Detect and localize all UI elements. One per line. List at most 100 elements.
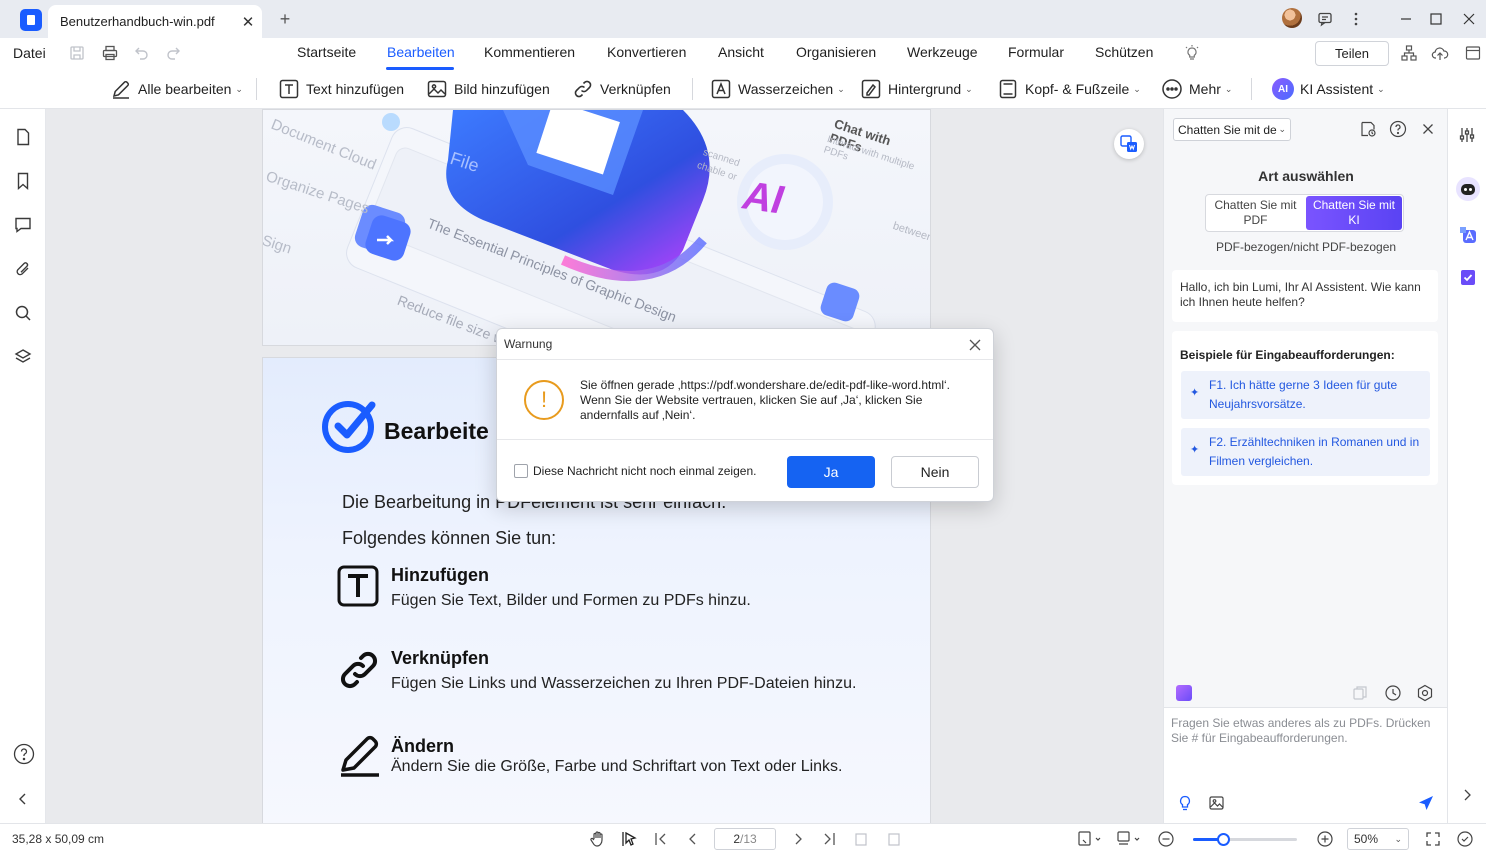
save-icon[interactable] xyxy=(68,44,88,64)
layers-icon[interactable] xyxy=(13,347,33,367)
ai-robot-icon[interactable] xyxy=(1456,177,1480,201)
tab-startseite[interactable]: Startseite xyxy=(297,44,356,60)
more-button[interactable]: Mehr ⌄ xyxy=(1161,76,1232,102)
search-icon[interactable] xyxy=(13,303,33,323)
feedback-icon[interactable] xyxy=(1312,6,1338,32)
tab-konvertieren[interactable]: Konvertieren xyxy=(607,44,686,60)
zoom-slider-handle[interactable] xyxy=(1217,833,1231,846)
insert-image-icon[interactable] xyxy=(1208,794,1226,812)
send-icon[interactable] xyxy=(1417,794,1435,812)
feature-title: Ändern xyxy=(391,736,454,756)
tab-ansicht[interactable]: Ansicht xyxy=(718,44,764,60)
more-vertical-icon[interactable] xyxy=(1343,6,1369,32)
tab-schuetzen[interactable]: Schützen xyxy=(1095,44,1153,60)
page-layout-dropdown-icon[interactable] xyxy=(1116,830,1142,848)
tab-formular[interactable]: Formular xyxy=(1008,44,1064,60)
rotate-right-icon[interactable] xyxy=(885,830,903,848)
copy-icon[interactable] xyxy=(1352,685,1368,701)
edit-all-button[interactable]: Alle bearbeiten ⌄ xyxy=(110,76,243,102)
comment-icon[interactable] xyxy=(13,215,33,235)
dont-show-again-checkbox[interactable] xyxy=(514,464,528,478)
no-button[interactable]: Nein xyxy=(891,456,979,488)
print-icon[interactable] xyxy=(101,44,121,64)
add-text-button[interactable]: Text hinzufügen xyxy=(278,76,404,102)
close-dialog-icon[interactable] xyxy=(965,335,985,355)
last-page-icon[interactable] xyxy=(820,830,838,848)
undo-icon[interactable] xyxy=(133,44,153,64)
zoom-in-icon[interactable] xyxy=(1316,830,1334,848)
hand-tool-icon[interactable] xyxy=(589,830,607,848)
minimize-icon[interactable] xyxy=(1393,6,1419,32)
properties-sliders-icon[interactable] xyxy=(1458,126,1476,144)
pdf-page-1: Document Cloud Organize Pages Sign The E… xyxy=(262,109,931,346)
prompt-example-text: F2. Erzähltechniken in Romanen und in Fi… xyxy=(1209,435,1420,468)
watermark-button[interactable]: Wasserzeichen ⌄ xyxy=(710,76,845,102)
tab-bearbeiten[interactable]: Bearbeiten xyxy=(387,44,455,60)
tab-kommentieren[interactable]: Kommentieren xyxy=(484,44,575,60)
zoom-level-select[interactable]: 50% ⌄ xyxy=(1347,828,1409,850)
chevron-down-icon: ⌄ xyxy=(1133,83,1141,94)
document-tab[interactable]: Benutzerhandbuch-win.pdf ✕ xyxy=(48,5,262,38)
dont-show-again-label[interactable]: Diese Nachricht nicht noch einmal zeigen… xyxy=(533,464,756,478)
prompt-library-icon[interactable] xyxy=(1176,685,1192,701)
previous-page-icon[interactable] xyxy=(684,830,702,848)
idea-bulb-icon[interactable] xyxy=(1176,794,1194,812)
zoom-level-value: 50% xyxy=(1354,832,1379,846)
collapse-right-icon[interactable] xyxy=(1459,787,1475,803)
chat-history-icon[interactable] xyxy=(1359,120,1379,140)
background-button[interactable]: Hintergrund ⌄ xyxy=(860,76,973,102)
cloud-upload-icon[interactable] xyxy=(1431,44,1451,64)
chat-with-pdf-option[interactable]: Chatten Sie mit PDF xyxy=(1207,196,1304,230)
rotate-left-icon[interactable] xyxy=(852,830,870,848)
zoom-out-icon[interactable] xyxy=(1157,830,1175,848)
chat-mode-select[interactable]: Chatten Sie mit de ⌄ xyxy=(1173,118,1291,141)
tab-werkzeuge[interactable]: Werkzeuge xyxy=(907,44,978,60)
settings-icon[interactable] xyxy=(1416,684,1434,702)
attachment-icon[interactable] xyxy=(13,259,33,279)
ai-assistant-button[interactable]: AI KI Assistent ⌄ xyxy=(1272,76,1385,102)
fullscreen-icon[interactable] xyxy=(1424,830,1442,848)
chat-with-ai-option[interactable]: Chatten Sie mit KI xyxy=(1306,196,1402,230)
select-tool-icon[interactable] xyxy=(620,830,638,848)
link-button[interactable]: Verknüpfen xyxy=(572,76,671,102)
page-number-input[interactable]: 2/13 xyxy=(714,828,776,850)
network-icon[interactable] xyxy=(1400,44,1420,64)
chat-input-area[interactable]: Fragen Sie etwas anderes als zu PDFs. Dr… xyxy=(1164,707,1448,823)
help-icon[interactable] xyxy=(13,743,35,765)
text-box-icon xyxy=(279,79,299,99)
translate-button[interactable] xyxy=(1114,129,1144,159)
prompt-example[interactable]: ✦ F1. Ich hätte gerne 3 Ideen für gute N… xyxy=(1181,371,1430,419)
next-page-icon[interactable] xyxy=(789,830,807,848)
translate-ai-icon[interactable] xyxy=(1458,225,1478,245)
user-avatar[interactable] xyxy=(1282,8,1302,28)
close-window-icon[interactable] xyxy=(1456,6,1482,32)
new-tab-button[interactable]: + xyxy=(274,9,296,31)
add-image-button[interactable]: Bild hinzufügen xyxy=(426,76,550,102)
redo-icon[interactable] xyxy=(164,44,184,64)
share-button[interactable]: Teilen xyxy=(1315,41,1389,66)
reading-mode-icon[interactable] xyxy=(1456,830,1474,848)
file-menu[interactable]: Datei xyxy=(13,45,46,61)
first-page-icon[interactable] xyxy=(652,830,670,848)
zoom-slider[interactable] xyxy=(1193,833,1297,846)
chat-input-placeholder: Fragen Sie etwas anderes als zu PDFs. Dr… xyxy=(1171,716,1431,745)
maximize-icon[interactable] xyxy=(1423,6,1449,32)
tab-organisieren[interactable]: Organisieren xyxy=(796,44,876,60)
chat-mode-value: Chatten Sie mit de xyxy=(1178,122,1277,137)
app-logo xyxy=(20,9,42,31)
yes-button[interactable]: Ja xyxy=(787,456,875,488)
close-tab-icon[interactable]: ✕ xyxy=(234,8,262,36)
task-check-icon[interactable] xyxy=(1458,267,1478,287)
lightbulb-icon[interactable] xyxy=(1183,44,1203,64)
close-panel-icon[interactable] xyxy=(1419,120,1439,140)
history-icon[interactable] xyxy=(1384,684,1402,702)
collapse-left-icon[interactable] xyxy=(13,789,33,809)
header-footer-button[interactable]: Kopf- & Fußzeile ⌄ xyxy=(997,76,1141,102)
prompt-example[interactable]: ✦ F2. Erzähltechniken in Romanen und in … xyxy=(1181,428,1430,476)
page-thumbnail-icon[interactable] xyxy=(13,127,33,147)
fit-page-dropdown-icon[interactable] xyxy=(1077,830,1103,848)
bookmark-icon[interactable] xyxy=(13,171,33,191)
panel-layout-icon[interactable] xyxy=(1464,44,1484,64)
help-icon[interactable] xyxy=(1389,120,1409,140)
feature-title: Verknüpfen xyxy=(391,648,490,668)
